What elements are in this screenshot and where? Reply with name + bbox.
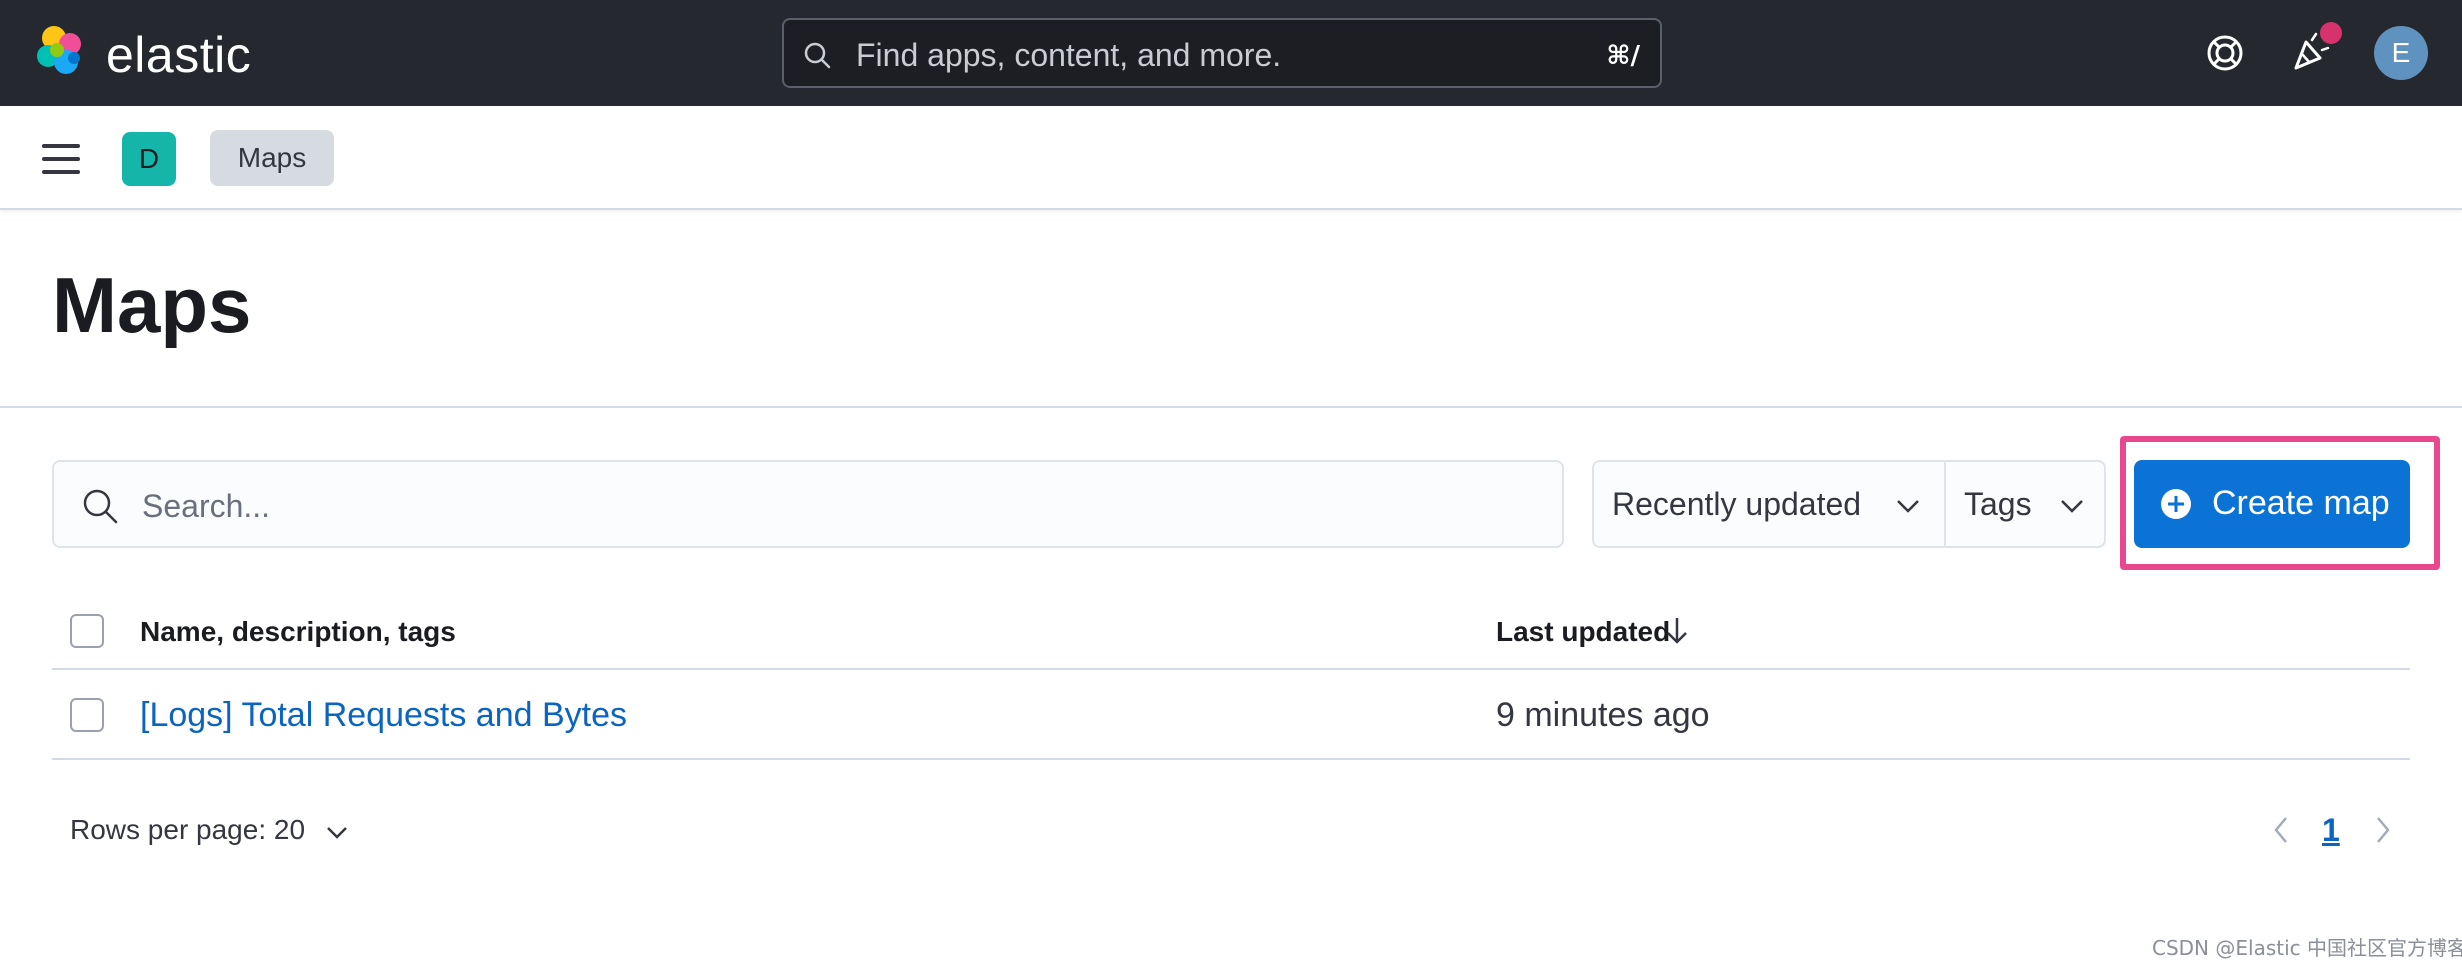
tags-label: Tags: [1964, 486, 2032, 522]
search-input[interactable]: Search...: [52, 460, 1564, 548]
chevron-down-icon: [327, 827, 347, 839]
divider: [0, 406, 2462, 408]
create-map-button[interactable]: Create map: [2134, 460, 2410, 548]
brand-name[interactable]: elastic: [106, 26, 251, 84]
page-title: Maps: [52, 261, 252, 349]
search-icon: [83, 489, 118, 524]
user-avatar[interactable]: E: [2374, 26, 2428, 80]
select-all-checkbox[interactable]: [70, 614, 104, 648]
column-header-name[interactable]: Name, description, tags: [140, 616, 456, 648]
global-search-input[interactable]: Find apps, content, and more. ⌘/: [782, 18, 1662, 88]
pagination-page[interactable]: 1: [2322, 812, 2340, 849]
table-header: Name, description, tags Last updated: [52, 590, 2410, 670]
map-title-link[interactable]: [Logs] Total Requests and Bytes: [140, 696, 627, 735]
breadcrumb-maps[interactable]: Maps: [210, 130, 334, 186]
space-avatar[interactable]: D: [122, 132, 176, 186]
plus-circle-icon: [2161, 489, 2191, 519]
last-updated-value: 9 minutes ago: [1496, 696, 1710, 734]
tags-filter-dropdown[interactable]: Tags: [1946, 462, 2104, 546]
chevron-left-icon[interactable]: [2268, 812, 2294, 848]
elastic-logo-icon[interactable]: [34, 24, 90, 80]
sort-dropdown[interactable]: Recently updated: [1594, 462, 1946, 546]
keyboard-shortcut: ⌘/: [1606, 41, 1640, 71]
breadcrumb-bar: D Maps: [0, 106, 2462, 210]
create-map-label: Create map: [2212, 484, 2390, 522]
notification-dot: [2320, 22, 2342, 44]
arrow-down-icon: [1667, 618, 1687, 644]
chevron-down-icon: [1897, 500, 1919, 513]
global-search-placeholder: Find apps, content, and more.: [856, 37, 1282, 73]
help-icon[interactable]: [2200, 28, 2250, 78]
row-checkbox[interactable]: [70, 698, 104, 732]
rows-per-page-label: Rows per page: 20: [70, 814, 306, 845]
search-icon: [804, 42, 831, 69]
menu-toggle-icon[interactable]: [42, 144, 80, 174]
column-header-label: Last updated: [1496, 616, 1671, 647]
chevron-right-icon[interactable]: [2370, 812, 2396, 848]
top-header: elastic Find apps, content, and more. ⌘/…: [0, 0, 2462, 106]
sort-label: Recently updated: [1612, 486, 1862, 522]
search-placeholder: Search...: [142, 488, 271, 524]
filter-group: Recently updated Tags: [1592, 460, 2106, 548]
table-row: [Logs] Total Requests and Bytes 9 minute…: [52, 670, 2410, 760]
chevron-down-icon: [2061, 500, 2083, 513]
watermark: CSDN @Elastic 中国社区官方博客: [2152, 936, 2462, 960]
